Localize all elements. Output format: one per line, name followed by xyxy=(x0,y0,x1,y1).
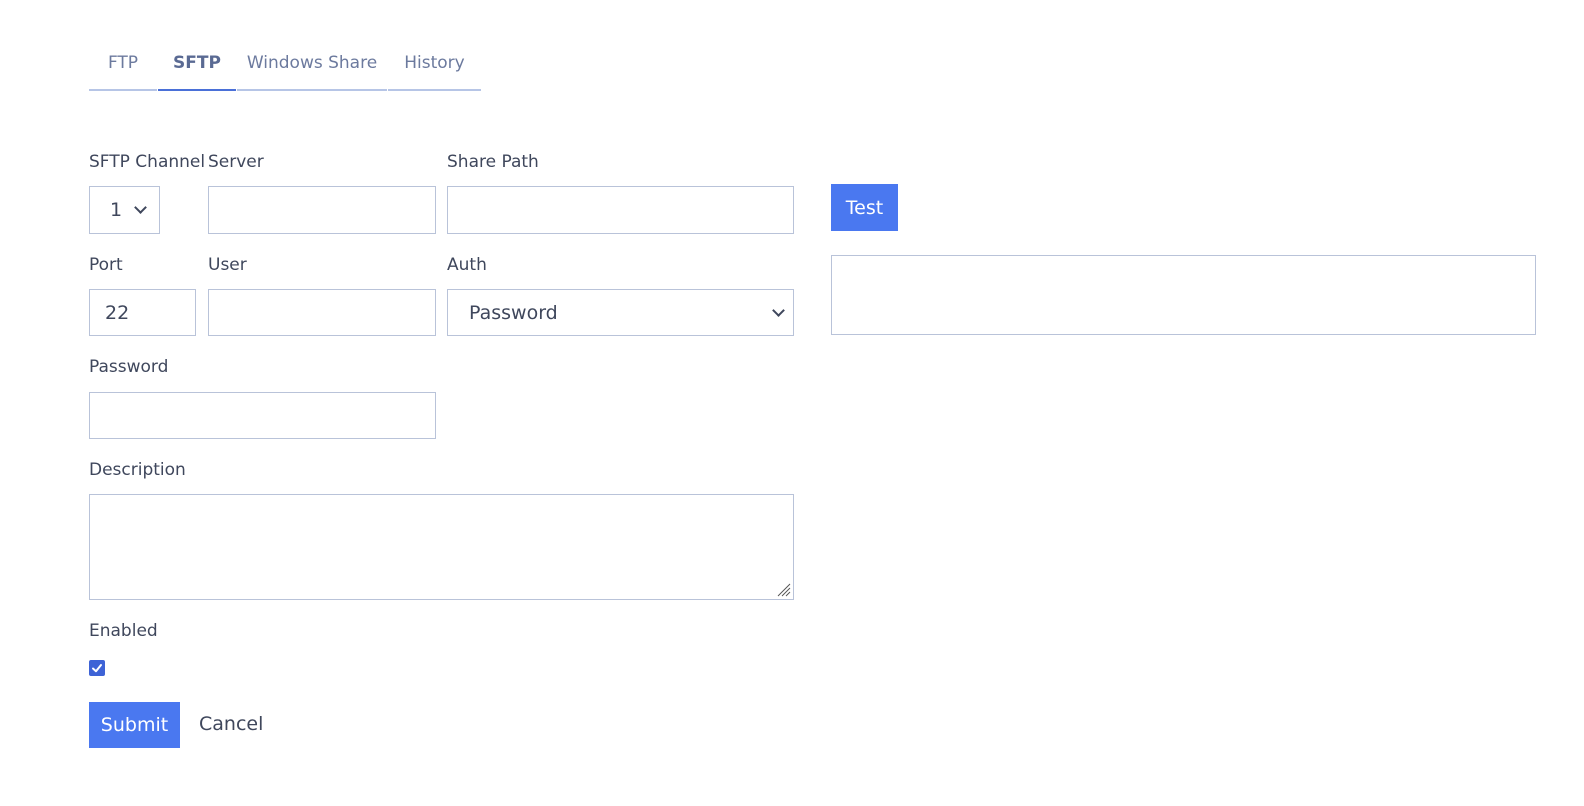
tab-windows-share[interactable]: Windows Share xyxy=(237,38,387,91)
submit-button[interactable]: Submit xyxy=(89,702,180,748)
port-label: Port xyxy=(89,255,123,275)
tab-sftp-label: SFTP xyxy=(173,53,221,73)
cancel-button[interactable]: Cancel xyxy=(199,713,263,735)
submit-button-label: Submit xyxy=(100,714,169,736)
server-input[interactable] xyxy=(208,186,436,234)
checkmark-icon xyxy=(92,664,102,673)
resize-grip-icon[interactable] xyxy=(775,581,791,597)
share-path-input[interactable] xyxy=(447,186,794,234)
test-button[interactable]: Test xyxy=(831,184,898,231)
sftp-channel-value: 1 xyxy=(110,199,123,221)
auth-label: Auth xyxy=(447,255,487,275)
sftp-channel-label: SFTP Channel xyxy=(89,152,206,172)
enabled-label: Enabled xyxy=(89,621,158,641)
user-input[interactable] xyxy=(208,289,436,336)
description-label: Description xyxy=(89,460,186,480)
sftp-channel-select[interactable]: 1 xyxy=(89,186,160,234)
tab-sftp[interactable]: SFTP xyxy=(158,38,236,91)
tab-history[interactable]: History xyxy=(388,38,481,91)
user-label: User xyxy=(208,255,247,275)
description-textarea[interactable] xyxy=(89,494,794,600)
tab-history-label: History xyxy=(404,53,465,73)
server-label: Server xyxy=(208,152,264,172)
tab-bar: FTP SFTP Windows Share History xyxy=(89,38,482,91)
test-output-box[interactable] xyxy=(831,255,1536,335)
password-label: Password xyxy=(89,357,169,377)
sftp-settings-page: FTP SFTP Windows Share History SFTP Chan… xyxy=(0,0,1584,806)
tab-ftp[interactable]: FTP xyxy=(89,38,157,91)
share-path-label: Share Path xyxy=(447,152,539,172)
chevron-down-icon xyxy=(772,303,785,317)
chevron-down-icon xyxy=(134,201,147,214)
auth-value: Password xyxy=(469,301,558,324)
password-input[interactable] xyxy=(89,392,436,439)
tab-windows-share-label: Windows Share xyxy=(246,53,378,73)
auth-select[interactable]: Password xyxy=(447,289,794,336)
test-button-label: Test xyxy=(845,196,884,219)
tab-ftp-label: FTP xyxy=(107,53,139,73)
enabled-checkbox[interactable] xyxy=(89,660,105,676)
port-input[interactable] xyxy=(89,289,196,336)
